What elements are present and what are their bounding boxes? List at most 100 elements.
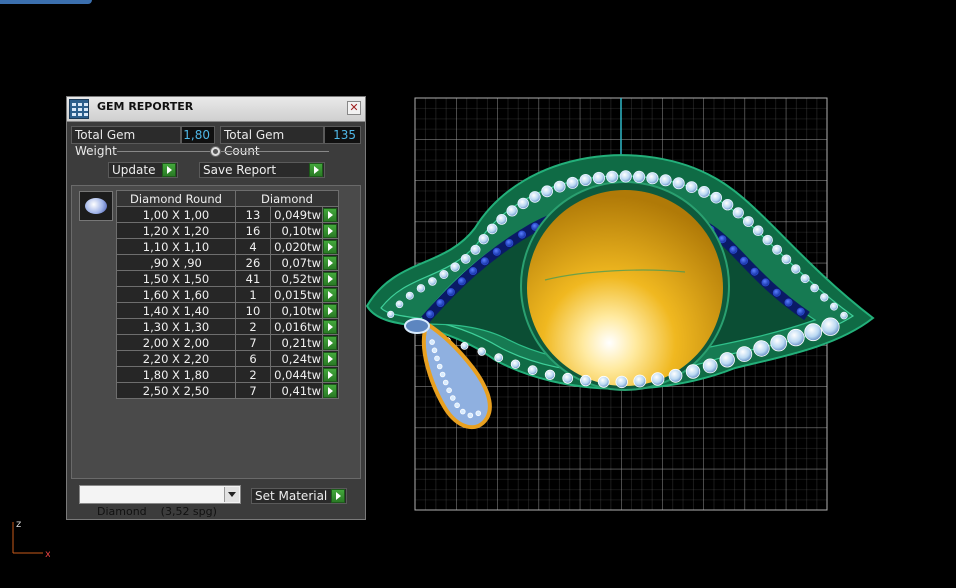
row-size: 1,40 X 1,40 bbox=[116, 302, 236, 319]
row-weight: 0,016tw bbox=[270, 318, 323, 335]
gemstone bbox=[518, 230, 527, 239]
row-weight: 0,049tw bbox=[270, 206, 323, 223]
material-select[interactable]: Diamond (3,52 spg) bbox=[79, 485, 241, 518]
gemstone bbox=[562, 372, 574, 384]
update-button[interactable]: Update bbox=[108, 162, 178, 178]
gemstone bbox=[791, 264, 801, 274]
gemstone bbox=[579, 174, 592, 187]
table-row: 1,20 X 1,20 16 0,10tw bbox=[116, 222, 339, 239]
gemstone bbox=[781, 254, 792, 265]
play-arrow-icon bbox=[331, 489, 345, 503]
gemstone bbox=[606, 170, 619, 183]
gemstone bbox=[506, 205, 518, 217]
gemstone bbox=[796, 307, 805, 316]
set-material-button[interactable]: Set Material bbox=[251, 488, 347, 504]
row-count: 41 bbox=[235, 270, 271, 287]
slider-handle[interactable] bbox=[210, 146, 221, 157]
row-size: 1,10 X 1,10 bbox=[116, 238, 236, 255]
gemstone bbox=[742, 216, 754, 227]
gemstone bbox=[492, 247, 501, 256]
row-select-button[interactable] bbox=[323, 255, 337, 270]
table-row: ,90 X ,90 26 0,07tw bbox=[116, 254, 339, 271]
close-button[interactable]: ✕ bbox=[347, 101, 361, 115]
gemstone bbox=[633, 170, 646, 184]
gemstone bbox=[529, 191, 541, 203]
gemstone bbox=[752, 225, 764, 236]
gemstone bbox=[496, 214, 508, 225]
gemstone bbox=[702, 358, 718, 374]
row-select-button[interactable] bbox=[323, 335, 337, 350]
gemstone bbox=[467, 412, 474, 419]
window-tab-remnant bbox=[0, 0, 92, 4]
row-select-button[interactable] bbox=[323, 383, 337, 398]
panel-titlebar[interactable]: GEM REPORTER ✕ bbox=[67, 97, 365, 122]
total-gem-weight-value: 1,80 bbox=[181, 126, 215, 144]
save-report-button[interactable]: Save Report bbox=[199, 162, 325, 178]
row-select-button[interactable] bbox=[323, 207, 337, 222]
gemstone bbox=[477, 347, 486, 356]
report-grid-icon bbox=[69, 99, 89, 119]
gemstone bbox=[672, 177, 685, 190]
row-select-button[interactable] bbox=[323, 351, 337, 366]
row-weight: 0,52tw bbox=[270, 270, 323, 287]
row-size: 1,20 X 1,20 bbox=[116, 222, 236, 239]
set-material-button-label: Set Material bbox=[255, 489, 328, 503]
row-size: 2,20 X 2,20 bbox=[116, 350, 236, 367]
row-count: 26 bbox=[235, 254, 271, 271]
row-weight: 0,10tw bbox=[270, 302, 323, 319]
gemstone bbox=[457, 277, 466, 286]
gemstone bbox=[416, 284, 426, 293]
gem-table-area: Diamond Round Diamond 1,00 X 1,00 13 0,0… bbox=[71, 185, 361, 479]
gemstone bbox=[753, 340, 770, 357]
row-select-button[interactable] bbox=[323, 223, 337, 238]
row-select-button[interactable] bbox=[323, 287, 337, 302]
round-diamond-icon[interactable] bbox=[79, 191, 113, 221]
gemstone bbox=[719, 352, 735, 368]
gemstone bbox=[480, 257, 489, 266]
gemstone bbox=[478, 233, 489, 245]
gemstone bbox=[405, 291, 414, 300]
gemstone bbox=[442, 379, 449, 386]
gemstone bbox=[486, 223, 498, 235]
table-row: 1,30 X 1,30 2 0,016tw bbox=[116, 318, 339, 335]
play-arrow-icon bbox=[162, 163, 176, 177]
gem-table: Diamond Round Diamond 1,00 X 1,00 13 0,0… bbox=[116, 190, 339, 399]
gemstone bbox=[475, 410, 482, 417]
gemstone bbox=[431, 347, 438, 354]
gemstone bbox=[685, 181, 698, 193]
row-select-button[interactable] bbox=[323, 303, 337, 318]
gemstone bbox=[459, 408, 466, 415]
row-size: 1,30 X 1,30 bbox=[116, 318, 236, 335]
gemstone bbox=[566, 176, 579, 189]
gemstone bbox=[517, 197, 529, 210]
row-select-button[interactable] bbox=[323, 319, 337, 334]
row-select-button[interactable] bbox=[323, 367, 337, 382]
row-count: 1 bbox=[235, 286, 271, 303]
gemstone bbox=[541, 185, 554, 198]
dropdown-arrow-icon[interactable] bbox=[224, 487, 239, 502]
row-weight: 0,015tw bbox=[270, 286, 323, 303]
gemstone bbox=[829, 302, 838, 311]
gemstone bbox=[804, 323, 823, 342]
row-count: 2 bbox=[235, 318, 271, 335]
row-weight: 0,044tw bbox=[270, 366, 323, 383]
total-gem-weight-label: Total Gem Weight bbox=[71, 126, 181, 158]
row-select-button[interactable] bbox=[323, 239, 337, 254]
gemstone bbox=[449, 395, 456, 401]
gemstone bbox=[729, 245, 738, 254]
slider-track bbox=[117, 151, 329, 152]
gemstone bbox=[810, 283, 819, 293]
gemstone bbox=[597, 375, 610, 388]
gemstone bbox=[527, 365, 538, 376]
gemstone bbox=[429, 339, 435, 345]
row-weight: 0,07tw bbox=[270, 254, 323, 271]
row-size: ,90 X ,90 bbox=[116, 254, 236, 271]
3d-viewport[interactable] bbox=[365, 97, 875, 511]
table-row: 1,10 X 1,10 4 0,020tw bbox=[116, 238, 339, 255]
gemstone bbox=[446, 387, 452, 394]
gemstone bbox=[553, 180, 566, 193]
gemstone bbox=[439, 371, 446, 378]
row-select-button[interactable] bbox=[323, 271, 337, 286]
total-gem-count-value: 135 bbox=[324, 126, 361, 144]
gemstone bbox=[579, 374, 592, 387]
